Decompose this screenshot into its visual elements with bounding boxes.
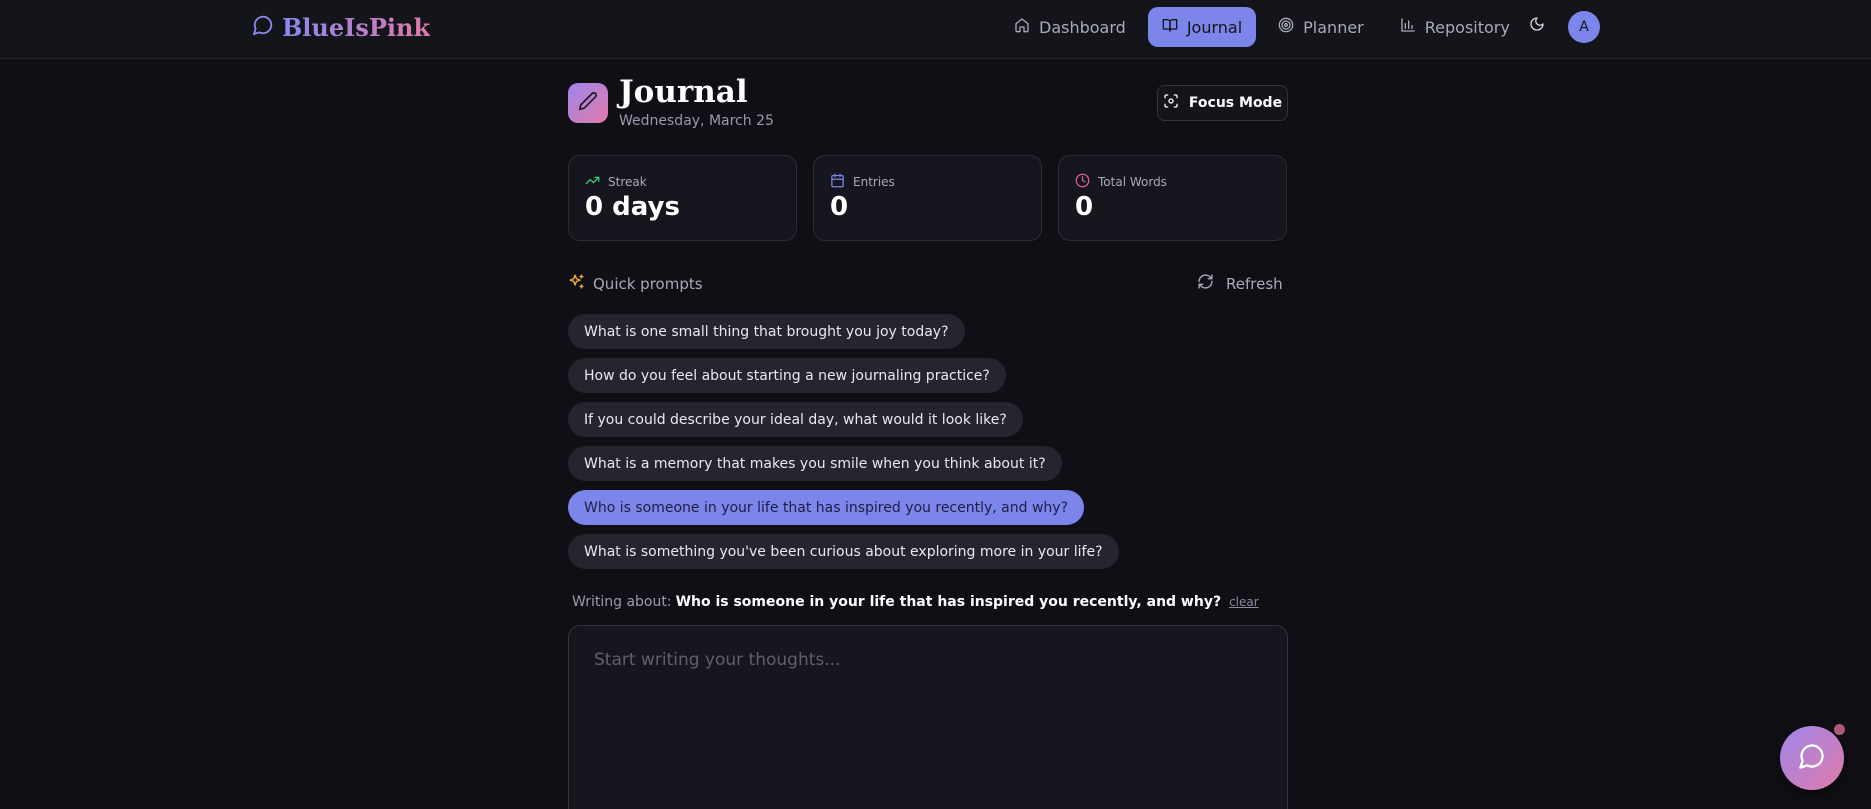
prompt-chip[interactable]: What is a memory that makes you smile wh… bbox=[568, 446, 1062, 481]
nav-repository-label: Repository bbox=[1424, 17, 1510, 37]
prompt-chip-selected[interactable]: Who is someone in your life that has ins… bbox=[568, 490, 1085, 525]
prompt-chip[interactable]: If you could describe your ideal day, wh… bbox=[568, 402, 1023, 437]
stat-entries-value: 0 bbox=[830, 192, 849, 222]
focus-icon bbox=[1163, 93, 1179, 113]
bar-chart-icon bbox=[1400, 17, 1416, 37]
target-icon bbox=[1278, 17, 1294, 37]
stat-total-words-value: 0 bbox=[1075, 192, 1094, 222]
chat-bubble-icon bbox=[1798, 742, 1826, 774]
refresh-button[interactable]: Refresh bbox=[1197, 273, 1283, 294]
stat-card-entries: Entries 0 bbox=[813, 155, 1042, 241]
brand-logo[interactable]: BlueIsPink bbox=[252, 12, 430, 42]
main-nav: Dashboard Journal Planner Repository bbox=[1000, 7, 1524, 47]
writing-about-topic: Who is someone in your life that has ins… bbox=[675, 594, 1222, 610]
pen-icon bbox=[578, 91, 598, 115]
journal-page-icon bbox=[568, 83, 608, 123]
prompt-chip[interactable]: What is one small thing that brought you… bbox=[568, 314, 965, 349]
nav-dashboard-label: Dashboard bbox=[1039, 17, 1126, 37]
stat-card-streak: Streak 0 days bbox=[568, 155, 797, 241]
focus-mode-button[interactable]: Focus Mode bbox=[1157, 85, 1288, 121]
quick-prompts-heading: Quick prompts bbox=[568, 273, 703, 294]
clock-icon bbox=[1075, 173, 1090, 191]
trending-up-icon bbox=[585, 173, 600, 191]
journal-editor bbox=[568, 625, 1288, 809]
calendar-icon bbox=[830, 173, 845, 191]
quick-prompts-label: Quick prompts bbox=[593, 274, 703, 293]
nav-planner[interactable]: Planner bbox=[1264, 7, 1378, 47]
writing-about-line: Writing about: Who is someone in your li… bbox=[572, 594, 1259, 610]
stat-entries-label: Entries bbox=[853, 175, 895, 189]
home-icon bbox=[1014, 17, 1030, 37]
page-date: Wednesday, March 25 bbox=[619, 113, 774, 129]
refresh-icon bbox=[1197, 273, 1214, 294]
brand-name: BlueIsPink bbox=[282, 12, 431, 42]
prompt-chip[interactable]: How do you feel about starting a new jou… bbox=[568, 358, 1006, 393]
journal-entry-textarea[interactable] bbox=[569, 626, 1287, 809]
nav-planner-label: Planner bbox=[1303, 17, 1364, 37]
clear-topic-link[interactable]: clear bbox=[1229, 595, 1259, 609]
focus-mode-label: Focus Mode bbox=[1188, 95, 1283, 111]
book-icon bbox=[1162, 17, 1178, 37]
stat-streak-value: 0 days bbox=[585, 192, 680, 222]
nav-journal[interactable]: Journal bbox=[1147, 7, 1257, 47]
theme-toggle-button[interactable] bbox=[1527, 16, 1547, 36]
stat-streak-label: Streak bbox=[608, 175, 647, 189]
moon-icon bbox=[1529, 16, 1545, 36]
nav-journal-label: Journal bbox=[1186, 17, 1243, 37]
stat-card-total-words: Total Words 0 bbox=[1058, 155, 1287, 241]
page-title: Journal bbox=[619, 74, 748, 110]
avatar[interactable]: A bbox=[1568, 11, 1600, 43]
nav-repository[interactable]: Repository bbox=[1386, 7, 1524, 47]
writing-about-prefix: Writing about: bbox=[572, 594, 672, 610]
notification-dot bbox=[1832, 722, 1847, 737]
chat-bubble-icon bbox=[252, 14, 274, 40]
stat-total-words-label: Total Words bbox=[1098, 175, 1167, 189]
nav-dashboard[interactable]: Dashboard bbox=[1000, 7, 1140, 47]
prompt-chip[interactable]: What is something you've been curious ab… bbox=[568, 534, 1119, 569]
refresh-label: Refresh bbox=[1226, 274, 1283, 293]
top-nav-bar: BlueIsPink Dashboard Journal Planner Rep… bbox=[0, 0, 1871, 59]
sparkles-icon bbox=[568, 273, 585, 294]
